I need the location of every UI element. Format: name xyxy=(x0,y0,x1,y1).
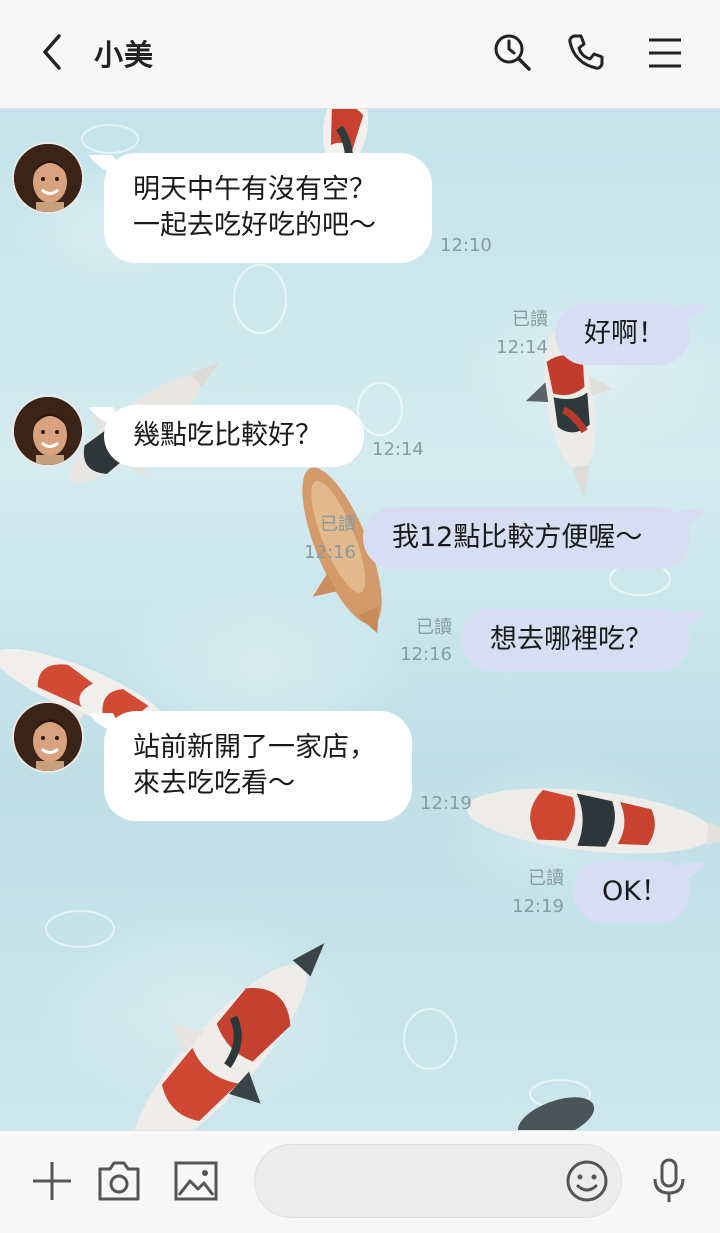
message-text: 我12點比較方便喔～ xyxy=(392,522,643,553)
phone-icon[interactable] xyxy=(564,30,608,74)
chat-area[interactable]: 明天中午有沒有空？ 一起去吃好吃的吧～ 12:10 已讀 12:14 好啊！ 幾… xyxy=(0,109,720,1130)
message-bubble-incoming[interactable]: 幾點吃比較好？ xyxy=(104,405,364,467)
koi-fish xyxy=(133,943,325,1130)
back-arrow-icon[interactable] xyxy=(30,30,74,74)
read-receipt: 已讀 xyxy=(416,617,452,638)
read-receipt: 已讀 xyxy=(528,868,564,889)
avatar[interactable] xyxy=(12,395,84,467)
image-icon[interactable] xyxy=(172,1157,220,1205)
camera-icon[interactable] xyxy=(95,1157,143,1205)
avatar[interactable] xyxy=(12,142,84,214)
message-time: 12:19 xyxy=(420,793,472,814)
message-text: OK！ xyxy=(602,876,668,907)
koi-fish xyxy=(517,1097,595,1130)
microphone-icon[interactable] xyxy=(645,1157,693,1205)
message-time: 12:19 xyxy=(512,896,564,917)
koi-fish xyxy=(466,788,720,854)
menu-icon[interactable] xyxy=(643,30,687,74)
message-bubble-outgoing[interactable]: 好啊！ xyxy=(555,303,690,365)
message-text: 站前新開了一家店， xyxy=(133,732,376,763)
message-bubble-outgoing[interactable]: 想去哪裡吃？ xyxy=(461,609,690,671)
avatar[interactable] xyxy=(12,701,84,773)
message-text: 幾點吃比較好？ xyxy=(133,420,322,451)
message-time: 12:16 xyxy=(304,542,356,563)
plus-icon[interactable] xyxy=(28,1157,76,1205)
message-bubble-incoming[interactable]: 站前新開了一家店， 來去吃吃看～ xyxy=(104,711,412,821)
message-text: 一起去吃好吃的吧～ xyxy=(133,210,376,241)
search-icon[interactable] xyxy=(490,30,534,74)
message-text: 想去哪裡吃？ xyxy=(490,624,652,655)
message-text: 明天中午有沒有空？ xyxy=(133,174,376,205)
message-bubble-outgoing[interactable]: OK！ xyxy=(573,861,690,923)
message-time: 12:16 xyxy=(400,644,452,665)
message-input-bar xyxy=(0,1130,720,1233)
message-time: 12:14 xyxy=(496,337,548,358)
read-receipt: 已讀 xyxy=(320,514,356,535)
message-time: 12:10 xyxy=(440,235,492,256)
message-text: 好啊！ xyxy=(584,318,665,349)
message-text: 來去吃吃看～ xyxy=(133,768,295,799)
message-bubble-outgoing[interactable]: 我12點比較方便喔～ xyxy=(363,507,690,569)
message-bubble-incoming[interactable]: 明天中午有沒有空？ 一起去吃好吃的吧～ xyxy=(104,153,432,263)
read-receipt: 已讀 xyxy=(512,309,548,330)
contact-name[interactable]: 小美 xyxy=(94,32,154,74)
chat-header: 小美 xyxy=(0,0,720,109)
emoji-icon[interactable] xyxy=(563,1157,611,1205)
message-time: 12:14 xyxy=(372,439,424,460)
